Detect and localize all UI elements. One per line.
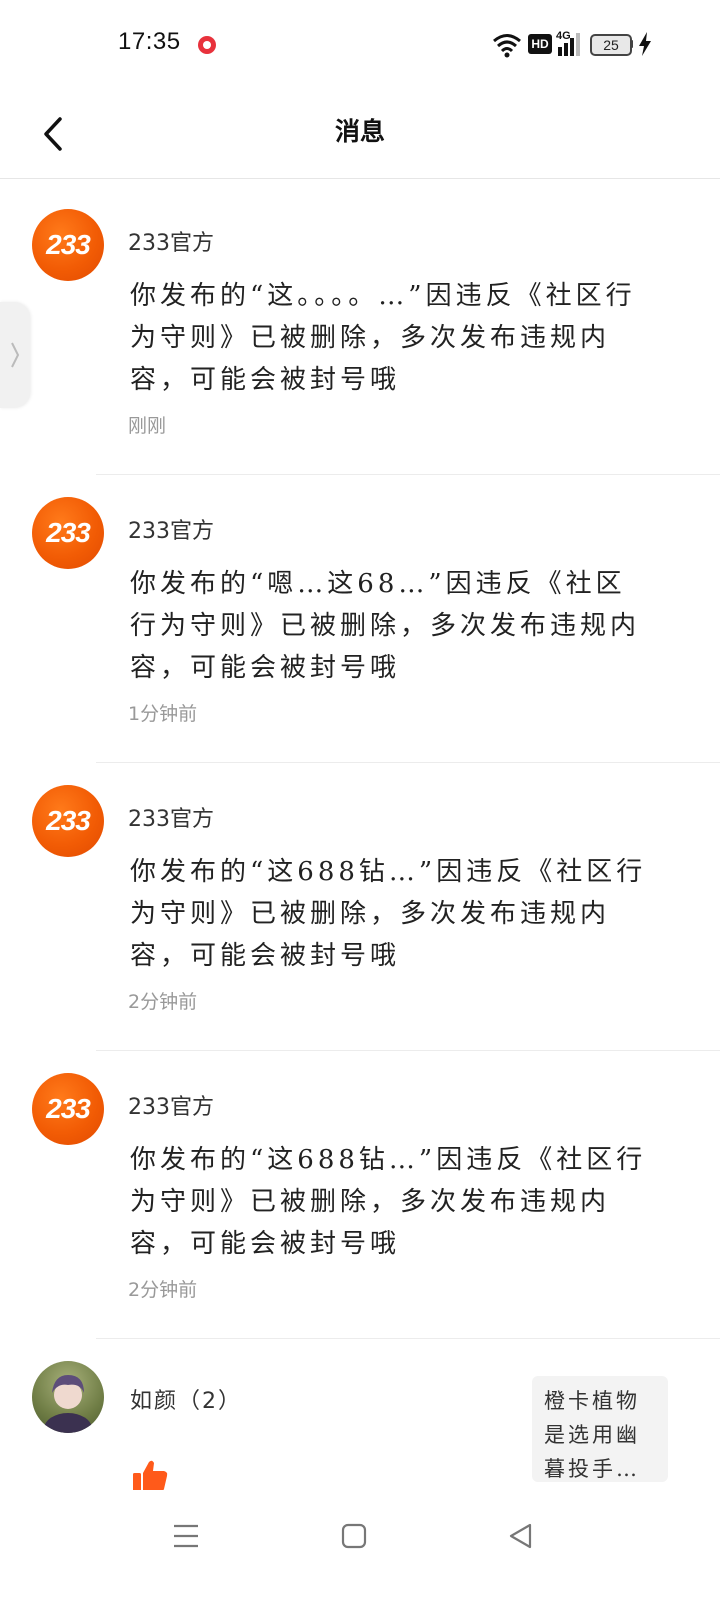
triangle-back-icon [509,1523,532,1549]
home-button[interactable] [324,1506,384,1566]
user-avatar[interactable] [32,1361,104,1433]
message-item[interactable]: 233 233官方 你发布的“这688钻…”因违反《社区行为守则》已被删除，多次… [0,1043,720,1339]
battery-cap [630,40,633,48]
avatar-logo-text: 233 [46,1093,91,1124]
page-title: 消息 [334,117,385,146]
message-list[interactable]: 233 233官方 你发布的“这。。。。…”因违反《社区行为守则》已被删除，多次… [0,179,720,1525]
post-preview-card[interactable]: 橙卡植物是选用幽暮投手… [532,1376,668,1482]
chevron-right-icon [11,342,20,368]
system-nav-bar [0,1490,720,1612]
avatar-logo-text: 233 [46,805,91,836]
menu-icon [174,1524,198,1548]
user-avatar-image [44,1375,92,1433]
nav-bar: 消息 [0,90,720,179]
message-time: 2分钟前 [128,991,198,1013]
sender-name: 233官方 [128,1095,214,1120]
signal-icon [558,33,580,56]
notification-app-icon [198,36,216,54]
thumbs-up-icon [133,1460,168,1492]
post-preview-text: 橙卡植物是选用幽暮投手… [544,1389,640,1481]
message-item[interactable]: 233 233官方 你发布的“这。。。。…”因违反《社区行为守则》已被删除，多次… [0,179,720,475]
battery-level: 25 [603,37,619,53]
wifi-icon [493,34,521,58]
message-body: 你发布的“这688钻…”因违反《社区行为守则》已被删除，多次发布违规内容，可能会… [130,1145,647,1259]
message-body: 你发布的“这688钻…”因违反《社区行为守则》已被删除，多次发布违规内容，可能会… [130,857,647,971]
status-indicators: HD 4G 25 [492,30,682,60]
status-bar: 17:35 HD 4G 25 [0,0,720,90]
message-body: 你发布的“这。。。。…”因违反《社区行为守则》已被删除，多次发布违规内容，可能会… [130,281,636,395]
avatar[interactable]: 233 [32,1073,104,1145]
message-time: 2分钟前 [128,1279,198,1301]
avatar[interactable]: 233 [32,497,104,569]
sender-name: 233官方 [128,807,214,832]
sender-name: 233官方 [128,519,214,544]
side-drawer-handle[interactable] [0,302,30,408]
battery-icon: 25 [590,34,632,56]
hd-badge: HD [528,34,552,54]
charging-icon [639,32,651,56]
sender-name: 233官方 [128,231,214,256]
avatar-logo-text: 233 [46,517,91,548]
message-time: 刚刚 [128,415,167,437]
message-time: 1分钟前 [128,703,198,725]
avatar[interactable]: 233 [32,209,104,281]
message-body: 你发布的“嗯…这68…”因违反《社区行为守则》已被删除，多次发布违规内容，可能会… [130,569,641,683]
status-time: 17:35 [118,28,181,55]
nav-back-button[interactable] [490,1506,550,1566]
recent-apps-button[interactable] [156,1506,216,1566]
square-home-icon [341,1523,367,1549]
sender-name: 如颜（2） [130,1389,242,1414]
message-item[interactable]: 233 233官方 你发布的“嗯…这68…”因违反《社区行为守则》已被删除，多次… [0,467,720,763]
avatar[interactable]: 233 [32,785,104,857]
avatar-logo-text: 233 [46,229,91,260]
message-item[interactable]: 233 233官方 你发布的“这688钻…”因违反《社区行为守则》已被删除，多次… [0,755,720,1051]
